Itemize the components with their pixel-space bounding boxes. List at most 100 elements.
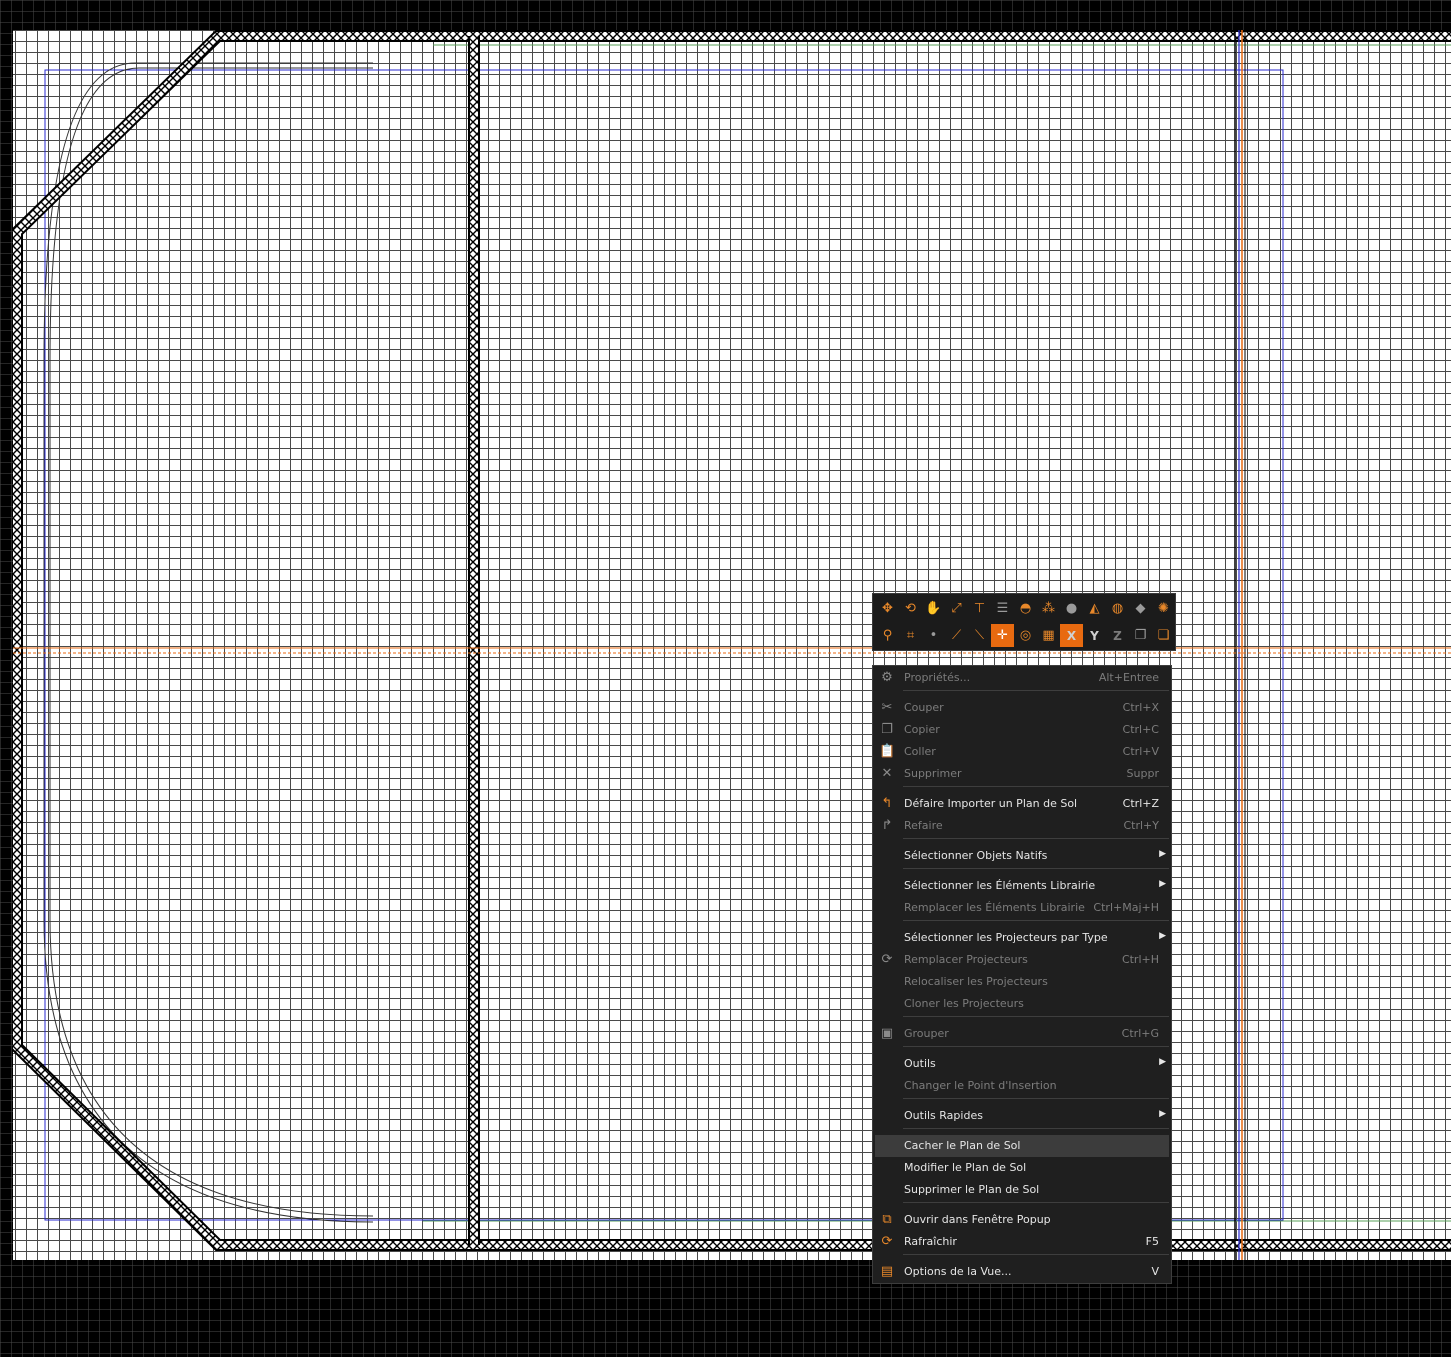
axis-z-button[interactable]: Z [1106, 624, 1129, 647]
menu-item-shortcut: Ctrl+G [1121, 1027, 1159, 1040]
pattern-button[interactable]: ▦ [1037, 624, 1060, 647]
menu-separator [903, 868, 1169, 869]
menu-item-label: Cloner les Projecteurs [904, 997, 1024, 1010]
snap-button[interactable]: ⊤ [968, 597, 991, 620]
menu-item-refaire[interactable]: ↱ Refaire Ctrl+Y [875, 815, 1169, 837]
menu-item-modifier-le-plan-de-sol[interactable]: Modifier le Plan de Sol [875, 1157, 1169, 1179]
axis-x-button[interactable]: X [1060, 624, 1083, 647]
menu-item-copier[interactable]: ❐ Copier Ctrl+C [875, 719, 1169, 741]
layers-button[interactable]: ❐ [1129, 624, 1152, 647]
menu-item-cacher-le-plan-de-sol[interactable]: Cacher le Plan de Sol [875, 1135, 1169, 1157]
menu-item-ouvrir-dans-fenetre-popup[interactable]: ⧉ Ouvrir dans Fenêtre Popup [875, 1209, 1169, 1231]
menu-item-remplacer-projecteurs[interactable]: ⟳ Remplacer Projecteurs Ctrl+H [875, 949, 1169, 971]
menu-item-selectionner-les-elements-librairie[interactable]: Sélectionner les Éléments Librairie ▶ [875, 875, 1169, 897]
menu-item-shortcut: Suppr [1126, 767, 1159, 780]
crop-button[interactable]: ⌗ [899, 624, 922, 647]
focus-button[interactable]: ⚲ [876, 624, 899, 647]
group-objects-button[interactable]: ⁂ [1037, 597, 1060, 620]
edge-button[interactable]: ⟍ [968, 624, 991, 647]
crop-icon: ⌗ [906, 628, 915, 643]
menu-item-selectionner-les-projecteurs-par-type[interactable]: Sélectionner les Projecteurs par Type ▶ [875, 927, 1169, 949]
point-icon: • [929, 628, 938, 643]
list-button[interactable]: ☰ [991, 597, 1014, 620]
move-icon: ✥ [882, 601, 893, 616]
menu-item-proprietes[interactable]: ⚙ Propriétés... Alt+Entree [875, 667, 1169, 689]
burst-button[interactable]: ✺ [1152, 597, 1175, 620]
sphere-button[interactable]: ● [1060, 597, 1083, 620]
submenu-arrow-icon: ▶ [1159, 931, 1166, 941]
axis-y-button[interactable]: Y [1083, 624, 1106, 647]
sphere-half-button[interactable]: ◓ [1014, 597, 1037, 620]
cone-button[interactable]: ◭ [1083, 597, 1106, 620]
menu-item-outils[interactable]: Outils ▶ [875, 1053, 1169, 1075]
menu-item-cloner-les-projecteurs[interactable]: Cloner les Projecteurs [875, 993, 1169, 1015]
menu-item-shortcut: Ctrl+Z [1122, 797, 1159, 810]
menu-item-supprimer[interactable]: ✕ Supprimer Suppr [875, 763, 1169, 785]
replace-icon: ⟳ [881, 952, 893, 967]
cone-icon: ◭ [1089, 601, 1100, 616]
layers-alt-button[interactable]: ❏ [1152, 624, 1175, 647]
floor-plan-sheet[interactable] [13, 30, 1451, 1260]
menu-separator [903, 1128, 1169, 1129]
drawing-viewport[interactable] [0, 0, 1451, 1357]
menu-item-changer-le-point-d-insertion[interactable]: Changer le Point d'Insertion [875, 1075, 1169, 1097]
menu-item-grouper[interactable]: ▣ Grouper Ctrl+G [875, 1023, 1169, 1045]
menu-separator [903, 838, 1169, 839]
line-icon: ⟋ [951, 628, 962, 643]
menu-item-couper[interactable]: ✂ Couper Ctrl+X [875, 697, 1169, 719]
globe-button[interactable]: ◍ [1106, 597, 1129, 620]
shape-icon: ◆ [1135, 601, 1146, 616]
stage-outline-outer [43, 62, 374, 1223]
menu-item-label: Outils [904, 1057, 936, 1070]
pattern-icon: ▦ [1042, 628, 1055, 643]
rotate-button[interactable]: ⟲ [899, 597, 922, 620]
submenu-arrow-icon: ▶ [1159, 1109, 1166, 1119]
copy-icon: ❐ [881, 722, 893, 737]
sphere-half-icon: ◓ [1019, 601, 1032, 616]
line-button[interactable]: ⟋ [945, 624, 968, 647]
menu-item-remplacer-les-elements-librairie[interactable]: Remplacer les Éléments Librairie Ctrl+Maj… [875, 897, 1169, 919]
pan-button[interactable]: ✋ [922, 597, 945, 620]
point-button[interactable]: • [922, 624, 945, 647]
menu-item-label: Sélectionner les Projecteurs par Type [904, 931, 1108, 944]
view-options-icon: ▤ [880, 1264, 894, 1279]
submenu-arrow-icon: ▶ [1159, 1057, 1166, 1067]
burst-icon: ✺ [1158, 601, 1169, 616]
layers-alt-icon: ❏ [1157, 628, 1170, 643]
snap-icon: ⊤ [973, 601, 986, 616]
menu-item-shortcut: Alt+Entree [1098, 671, 1159, 684]
menu-item-selectionner-objets-natifs[interactable]: Sélectionner Objets Natifs ▶ [875, 845, 1169, 867]
target-button[interactable]: ◎ [1014, 624, 1037, 647]
menu-item-shortcut: Ctrl+Y [1123, 819, 1159, 832]
menu-item-options-de-la-vue[interactable]: ▤ Options de la Vue... V [875, 1261, 1169, 1283]
center-button[interactable]: ✛ [991, 624, 1014, 647]
pan-icon: ✋ [925, 601, 942, 616]
menu-item-label: Remplacer les Éléments Librairie [904, 901, 1085, 914]
menu-item-defaire-importer-un-plan-de-sol[interactable]: ↰ Défaire Importer un Plan de Sol Ctrl+Z [875, 793, 1169, 815]
menu-item-relocaliser-les-projecteurs[interactable]: Relocaliser les Projecteurs [875, 971, 1169, 993]
group-objects-icon: ⁂ [1042, 601, 1055, 616]
menu-item-shortcut: Ctrl+X [1122, 701, 1159, 714]
stage-outline-inner [49, 67, 374, 1217]
axis-z-icon: Z [1113, 628, 1122, 643]
menu-item-label: Couper [904, 701, 944, 714]
truss-outline [13, 30, 1451, 1251]
menu-item-rafraichir[interactable]: ⟳ Rafraîchir F5 [875, 1231, 1169, 1253]
popup-window-icon: ⧉ [882, 1212, 892, 1227]
scale-button[interactable]: ⤢ [945, 597, 968, 620]
refresh-icon: ⟳ [881, 1234, 893, 1249]
list-icon: ☰ [996, 601, 1009, 616]
menu-item-shortcut: Ctrl+V [1122, 745, 1159, 758]
menu-item-label: Remplacer Projecteurs [904, 953, 1028, 966]
menu-item-supprimer-le-plan-de-sol[interactable]: Supprimer le Plan de Sol [875, 1179, 1169, 1201]
move-button[interactable]: ✥ [876, 597, 899, 620]
shape-button[interactable]: ◆ [1129, 597, 1152, 620]
menu-item-outils-rapides[interactable]: Outils Rapides ▶ [875, 1105, 1169, 1127]
menu-item-label: Options de la Vue... [904, 1265, 1012, 1278]
menu-item-coller[interactable]: 📋 Coller Ctrl+V [875, 741, 1169, 763]
menu-item-label: Outils Rapides [904, 1109, 983, 1122]
menu-item-label: Grouper [904, 1027, 949, 1040]
redo-icon: ↱ [881, 818, 893, 833]
group-icon: ▣ [880, 1026, 894, 1041]
target-icon: ◎ [1019, 628, 1032, 643]
